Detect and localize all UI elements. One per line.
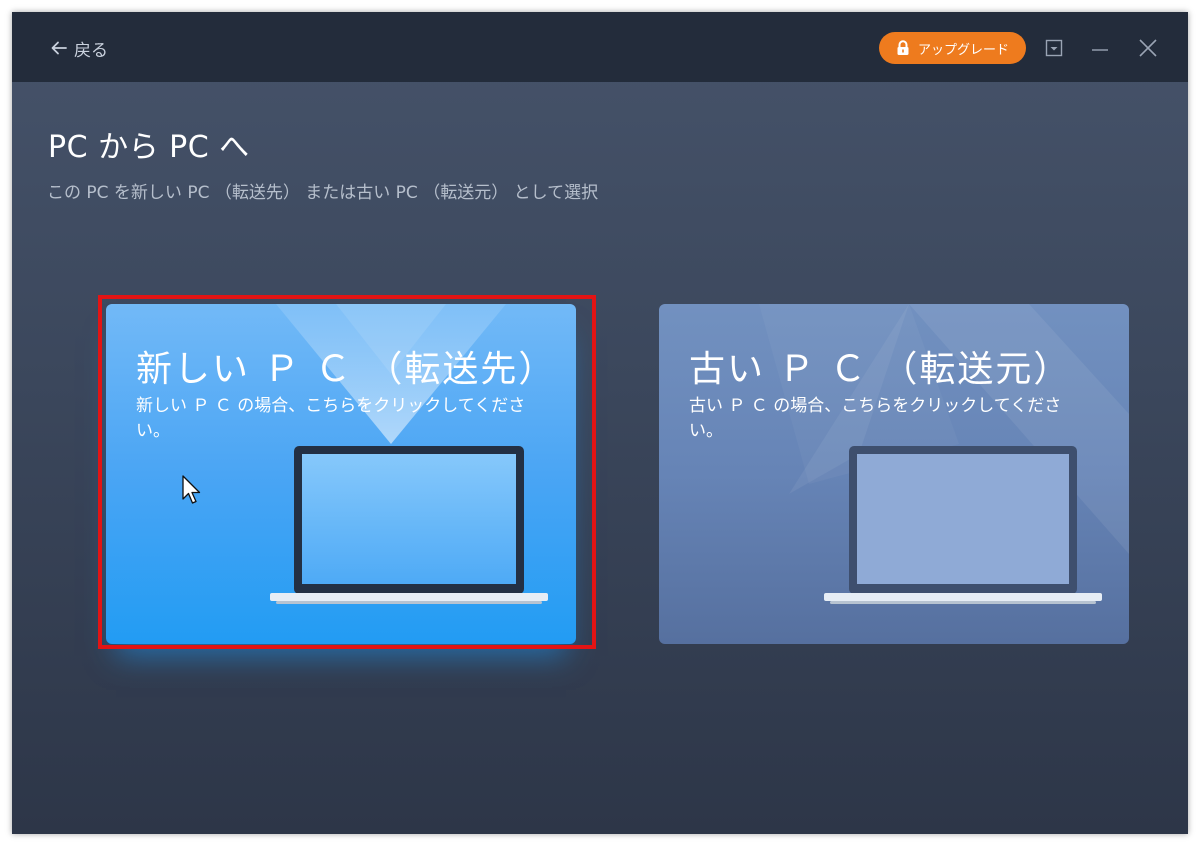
old-pc-title: 古い Ｐ Ｃ （転送元） xyxy=(689,349,1072,390)
old-pc-description: 古い Ｐ Ｃ の場合、こちらをクリックしてください。 xyxy=(689,396,1062,441)
old-pc-card[interactable]: 古い Ｐ Ｃ （転送元） 古い Ｐ Ｃ の場合、こちらをクリックしてください。 xyxy=(659,304,1129,644)
dropdown-box-icon xyxy=(1045,39,1063,57)
minimize-icon xyxy=(1092,49,1108,51)
page-subtitle: この PC を新しい PC （転送先） または古い PC （転送元） として選択 xyxy=(47,183,599,203)
title-bar: 戻る アップグレード xyxy=(12,12,1188,82)
close-icon xyxy=(1139,39,1157,57)
lock-icon xyxy=(897,40,909,55)
close-button[interactable] xyxy=(1134,34,1162,62)
minimize-button[interactable] xyxy=(1086,34,1114,62)
arrow-left-icon xyxy=(51,41,67,55)
new-pc-title: 新しい Ｐ Ｃ （転送先） xyxy=(136,349,557,390)
app-window: 戻る アップグレード PC から PC へ この PC を新しい PC （転送先… xyxy=(12,12,1188,834)
upgrade-button[interactable]: アップグレード xyxy=(879,32,1026,64)
new-pc-card[interactable]: 新しい Ｐ Ｃ （転送先） 新しい Ｐ Ｃ の場合、こちらをクリックしてください… xyxy=(106,304,576,644)
page-title: PC から PC へ xyxy=(48,130,250,165)
back-label: 戻る xyxy=(74,40,108,61)
menu-button[interactable] xyxy=(1040,34,1068,62)
back-button[interactable]: 戻る xyxy=(50,34,108,62)
new-pc-description: 新しい Ｐ Ｃ の場合、こちらをクリックしてください。 xyxy=(136,396,526,441)
mouse-cursor-icon xyxy=(182,475,201,504)
upgrade-label: アップグレード xyxy=(917,42,1009,58)
